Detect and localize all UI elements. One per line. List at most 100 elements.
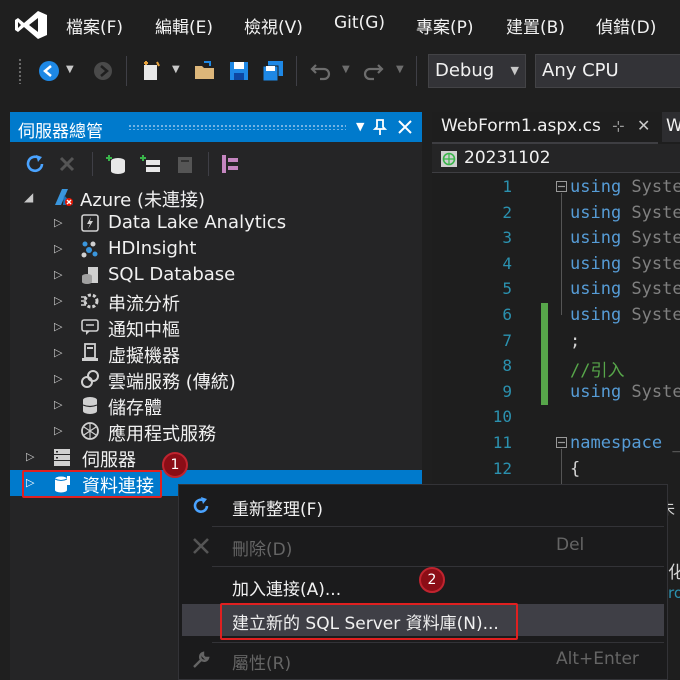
highlight-box-step-2 [220, 603, 518, 640]
data-lake-icon [81, 214, 99, 232]
collapsed-arrow-icon[interactable]: ▷ [54, 294, 62, 307]
code-keyword: using [570, 305, 622, 325]
menu-bar: 檔案(F) 編輯(E) 檢視(V) Git(G) 專案(P) 建置(B) 偵錯(… [0, 0, 680, 48]
collapse-icon[interactable] [556, 181, 567, 192]
back-icon[interactable] [38, 60, 60, 82]
platform-select[interactable]: Any CPU [535, 54, 680, 88]
window-menu-icon[interactable]: ▼ [356, 120, 364, 133]
menu-file[interactable]: 檔案(F) [66, 13, 123, 38]
tree-item-hdinsight[interactable]: ▷ HDInsight [10, 236, 422, 262]
collapse-icon[interactable] [556, 437, 567, 448]
toolbar-separator [296, 56, 297, 86]
pin-tab-icon[interactable]: ⊹ [612, 117, 625, 135]
tree-item-sql-database[interactable]: ▷ SQL Database [10, 262, 422, 288]
close-icon[interactable] [397, 119, 413, 135]
pin-icon[interactable] [372, 118, 388, 136]
menu-project[interactable]: 專案(P) [416, 13, 474, 38]
code-text: { [570, 458, 581, 479]
undo-icon[interactable] [310, 60, 332, 82]
menu-item-refresh[interactable]: 重新整理(F) [180, 490, 666, 522]
line-number: 7 [502, 330, 512, 350]
code-line[interactable]: using Syste [570, 177, 680, 197]
code-keyword: using [570, 177, 622, 197]
title-grip[interactable] [128, 124, 346, 130]
stop-icon[interactable] [58, 155, 76, 173]
collapsed-arrow-icon[interactable]: ▷ [54, 346, 62, 359]
new-project-icon[interactable] [140, 60, 162, 82]
undo-dropdown-icon[interactable]: ▼ [342, 64, 350, 75]
code-text: Syste [621, 381, 680, 402]
refresh-icon[interactable] [24, 153, 46, 175]
code-line[interactable]: using Syste [570, 382, 680, 402]
connect-server-icon[interactable] [138, 152, 162, 176]
tree-item-app-services[interactable]: ▷ 應用程式服務 [10, 418, 422, 445]
collapsed-arrow-icon[interactable]: ▷ [26, 450, 34, 463]
menu-edit[interactable]: 編輯(E) [155, 13, 213, 38]
open-folder-icon[interactable] [194, 60, 216, 82]
tree-item-azure[interactable]: ◢ Azure (未連接) [10, 184, 422, 211]
menu-separator [212, 566, 664, 567]
toolbar-grip[interactable] [18, 58, 22, 84]
filter-icon[interactable] [218, 152, 242, 176]
menu-view[interactable]: 檢視(V) [244, 13, 303, 38]
configuration-value: Debug [435, 60, 495, 81]
menu-item-label: 屬性(R) [232, 654, 292, 674]
code-line[interactable]: //引入 [570, 356, 624, 381]
line-number: 9 [502, 381, 512, 401]
tab-webform1[interactable]: WebForm1.aspx.cs ⊹ ✕ [432, 112, 658, 144]
code-text: Syste [621, 253, 680, 274]
menu-item-properties[interactable]: 屬性(R) Alt+Enter [180, 644, 666, 676]
tree-item-label: 串流分析 [108, 294, 180, 315]
tab-second[interactable]: W [662, 112, 680, 142]
code-line[interactable]: ; [570, 331, 580, 351]
tree-item-stream-analytics[interactable]: ▷ 串流分析 [10, 288, 422, 315]
tree-item-data-lake[interactable]: ▷ Data Lake Analytics [10, 210, 422, 236]
redo-icon[interactable] [362, 60, 384, 82]
code-comment: //引入 [570, 361, 625, 382]
menu-build[interactable]: 建置(B) [506, 13, 565, 38]
forward-icon[interactable] [92, 60, 114, 82]
code-line[interactable]: using Syste [570, 279, 680, 299]
menu-git[interactable]: Git(G) [334, 13, 385, 33]
close-tab-icon[interactable]: ✕ [637, 116, 650, 135]
connect-database-icon[interactable] [104, 152, 128, 176]
code-line[interactable]: using Syste [570, 305, 680, 325]
line-number: 3 [502, 228, 512, 248]
menu-debug[interactable]: 偵錯(D) [596, 13, 656, 38]
collapsed-arrow-icon[interactable]: ▷ [54, 424, 62, 437]
delete-icon [193, 538, 209, 554]
save-all-icon[interactable] [262, 60, 284, 82]
collapsed-arrow-icon[interactable]: ▷ [54, 242, 62, 255]
collapsed-arrow-icon[interactable]: ▷ [54, 216, 62, 229]
code-line[interactable]: using Syste [570, 228, 680, 248]
collapsed-arrow-icon[interactable]: ▷ [54, 268, 62, 281]
code-line[interactable]: namespace _ [570, 433, 680, 453]
tree-item-cloud-services[interactable]: ▷ 雲端服務 (傳統) [10, 366, 422, 393]
tree-item-storage[interactable]: ▷ 儲存體 [10, 392, 422, 419]
code-line[interactable]: using Syste [570, 203, 680, 223]
tree-item-virtual-machines[interactable]: ▷ 虛擬機器 [10, 340, 422, 367]
configuration-select[interactable]: Debug ▼ [428, 54, 526, 88]
tab-label: WebForm1.aspx.cs [441, 116, 601, 136]
collapsed-arrow-icon[interactable]: ▷ [54, 398, 62, 411]
back-dropdown-icon[interactable]: ▼ [66, 64, 74, 75]
code-line[interactable]: { [570, 459, 580, 479]
new-dropdown-icon[interactable]: ▼ [172, 64, 180, 75]
collapsed-arrow-icon[interactable]: ▷ [54, 372, 62, 385]
navigation-bar[interactable]: 20231102 [432, 144, 680, 173]
visual-studio-logo-icon[interactable] [14, 10, 48, 40]
collapsed-arrow-icon[interactable]: ▷ [54, 320, 62, 333]
tree-item-notification-hub[interactable]: ▷ 通知中樞 [10, 314, 422, 341]
expanded-arrow-icon[interactable]: ◢ [24, 190, 33, 204]
connect-sharepoint-icon[interactable] [172, 152, 196, 176]
tree-item-label: HDInsight [108, 238, 197, 259]
code-line[interactable]: using Syste [570, 254, 680, 274]
redo-dropdown-icon[interactable]: ▼ [396, 64, 404, 75]
menu-item-shortcut: Alt+Enter [556, 649, 639, 669]
menu-item-label: 重新整理(F) [232, 500, 324, 520]
save-icon[interactable] [228, 60, 250, 82]
toolbar-separator [416, 56, 417, 86]
tree-item-servers[interactable]: ▷ 伺服器 [10, 444, 422, 471]
changes-indicator [541, 303, 548, 405]
menu-item-delete[interactable]: 刪除(D) Del [180, 530, 666, 562]
